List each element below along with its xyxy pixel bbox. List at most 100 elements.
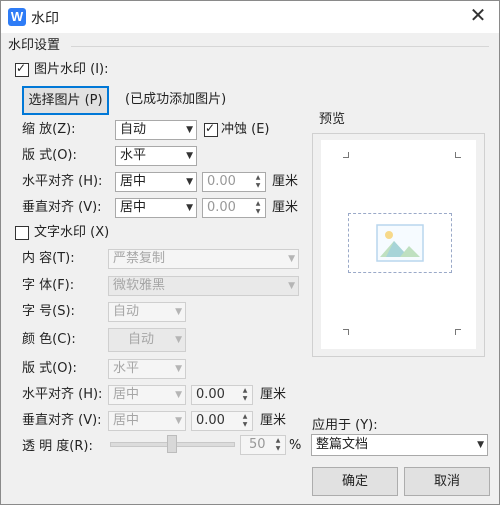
apply-to-select[interactable]: 整篇文档 ▼ — [311, 434, 488, 456]
apply-to-label: 应用于 (Y): — [312, 418, 378, 433]
color-select[interactable]: 自动 ▼ — [108, 328, 186, 352]
picture-halign-offset-input[interactable]: 0.00 ▲ ▼ — [202, 172, 266, 192]
chevron-down-icon: ▼ — [186, 203, 193, 213]
spin-up-icon[interactable]: ▲ — [253, 174, 263, 182]
transparency-label: 透 明 度(R): — [22, 439, 93, 454]
text-valign-value: 居中 — [113, 413, 140, 428]
picture-watermark-label: 图片水印 (I): — [34, 62, 109, 77]
content-select[interactable]: 严禁复制 ▼ — [108, 249, 299, 269]
chevron-down-icon: ▼ — [186, 151, 193, 161]
picture-halign-label: 水平对齐 (H): — [22, 174, 103, 189]
content-label: 内 容(T): — [22, 251, 75, 266]
preview-label: 预览 — [319, 112, 346, 127]
picture-valign-offset-value: 0.00 — [207, 200, 236, 215]
dialog-title: 水印 — [31, 11, 59, 27]
scale-value: 自动 — [120, 122, 147, 137]
scale-label: 缩 放(Z): — [22, 122, 76, 137]
watermark-picture-placeholder — [348, 213, 452, 273]
transparency-unit: % — [289, 438, 302, 453]
margin-corner-mark — [343, 152, 349, 158]
picture-valign-unit: 厘米 — [272, 200, 299, 215]
spin-up-icon[interactable]: ▲ — [240, 413, 250, 421]
text-halign-offset-value: 0.00 — [196, 387, 225, 402]
text-layout-value: 水平 — [113, 361, 140, 376]
font-value: 微软雅黑 — [113, 278, 166, 293]
picture-status-text: (已成功添加图片) — [125, 92, 227, 107]
picture-valign-select[interactable]: 居中 ▼ — [115, 198, 197, 218]
size-select[interactable]: 自动 ▼ — [108, 302, 186, 322]
picture-layout-label: 版 式(O): — [22, 148, 77, 163]
chevron-down-icon: ▼ — [186, 177, 193, 187]
margin-corner-mark — [343, 329, 349, 335]
apply-to-value: 整篇文档 — [316, 437, 369, 452]
text-halign-value: 居中 — [113, 387, 140, 402]
spin-up-icon[interactable]: ▲ — [240, 387, 250, 395]
chevron-down-icon: ▼ — [175, 335, 182, 345]
spin-down-icon[interactable]: ▼ — [240, 395, 250, 403]
size-label: 字 号(S): — [22, 304, 75, 319]
picture-halign-offset-value: 0.00 — [207, 174, 236, 189]
washout-label: 冲蚀 (E) — [221, 122, 270, 137]
picture-valign-label: 垂直对齐 (V): — [22, 200, 102, 215]
watermark-dialog: W 水印 ✕ 水印设置 图片水印 (I): 选择图片 (P) (已成功添加图片)… — [0, 0, 500, 505]
select-picture-button[interactable]: 选择图片 (P) — [22, 86, 109, 115]
chevron-down-icon: ▼ — [186, 125, 193, 135]
content-value: 严禁复制 — [113, 251, 166, 266]
transparency-value: 50 — [249, 437, 266, 452]
text-valign-offset-input[interactable]: 0.00 ▲ ▼ — [191, 411, 253, 431]
image-icon — [376, 224, 424, 262]
section-title: 水印设置 — [8, 38, 61, 53]
text-valign-offset-value: 0.00 — [196, 413, 225, 428]
picture-halign-unit: 厘米 — [272, 174, 299, 189]
ok-button[interactable]: 确定 — [312, 467, 398, 496]
spin-down-icon[interactable]: ▼ — [273, 445, 283, 453]
margin-corner-mark — [455, 329, 461, 335]
text-layout-label: 版 式(O): — [22, 361, 77, 376]
wps-app-icon: W — [8, 8, 26, 26]
size-value: 自动 — [113, 304, 140, 319]
text-halign-unit: 厘米 — [260, 387, 287, 402]
title-bar: W 水印 ✕ — [1, 1, 499, 33]
chevron-down-icon: ▼ — [175, 390, 182, 400]
spin-down-icon[interactable]: ▼ — [253, 208, 263, 216]
picture-valign-value: 居中 — [120, 200, 147, 215]
chevron-down-icon: ▼ — [175, 416, 182, 426]
font-label: 字 体(F): — [22, 278, 75, 293]
close-icon[interactable]: ✕ — [467, 4, 489, 26]
transparency-input[interactable]: 50 ▲ ▼ — [240, 435, 286, 455]
color-label: 颜 色(C): — [22, 332, 76, 347]
picture-layout-select[interactable]: 水平 ▼ — [115, 146, 197, 166]
chevron-down-icon: ▼ — [288, 281, 295, 291]
preview-page — [321, 140, 476, 349]
picture-layout-value: 水平 — [120, 148, 147, 163]
picture-valign-offset-input[interactable]: 0.00 ▲ ▼ — [202, 198, 266, 218]
text-layout-select[interactable]: 水平 ▼ — [108, 359, 186, 379]
text-watermark-checkbox[interactable] — [15, 226, 29, 240]
color-value: 自动 — [128, 332, 155, 347]
chevron-down-icon: ▼ — [175, 364, 182, 374]
spin-down-icon[interactable]: ▼ — [253, 182, 263, 190]
scale-select[interactable]: 自动 ▼ — [115, 120, 197, 140]
picture-halign-select[interactable]: 居中 ▼ — [115, 172, 197, 192]
text-halign-select[interactable]: 居中 ▼ — [108, 385, 186, 405]
margin-corner-mark — [455, 152, 461, 158]
spin-up-icon[interactable]: ▲ — [253, 200, 263, 208]
text-valign-label: 垂直对齐 (V): — [22, 413, 102, 428]
picture-watermark-checkbox[interactable] — [15, 61, 29, 77]
cancel-button[interactable]: 取消 — [404, 467, 490, 496]
text-halign-offset-input[interactable]: 0.00 ▲ ▼ — [191, 385, 253, 405]
chevron-down-icon: ▼ — [477, 440, 484, 450]
spin-up-icon[interactable]: ▲ — [273, 437, 283, 445]
chevron-down-icon: ▼ — [288, 254, 295, 264]
section-divider — [71, 46, 489, 47]
washout-checkbox[interactable] — [204, 121, 218, 137]
text-valign-unit: 厘米 — [260, 413, 287, 428]
text-watermark-label: 文字水印 (X) — [34, 225, 110, 240]
chevron-down-icon: ▼ — [175, 307, 182, 317]
text-valign-select[interactable]: 居中 ▼ — [108, 411, 186, 431]
font-select[interactable]: 微软雅黑 ▼ — [108, 276, 299, 296]
transparency-slider-thumb[interactable] — [167, 435, 177, 453]
picture-halign-value: 居中 — [120, 174, 147, 189]
text-halign-label: 水平对齐 (H): — [22, 387, 103, 402]
spin-down-icon[interactable]: ▼ — [240, 421, 250, 429]
